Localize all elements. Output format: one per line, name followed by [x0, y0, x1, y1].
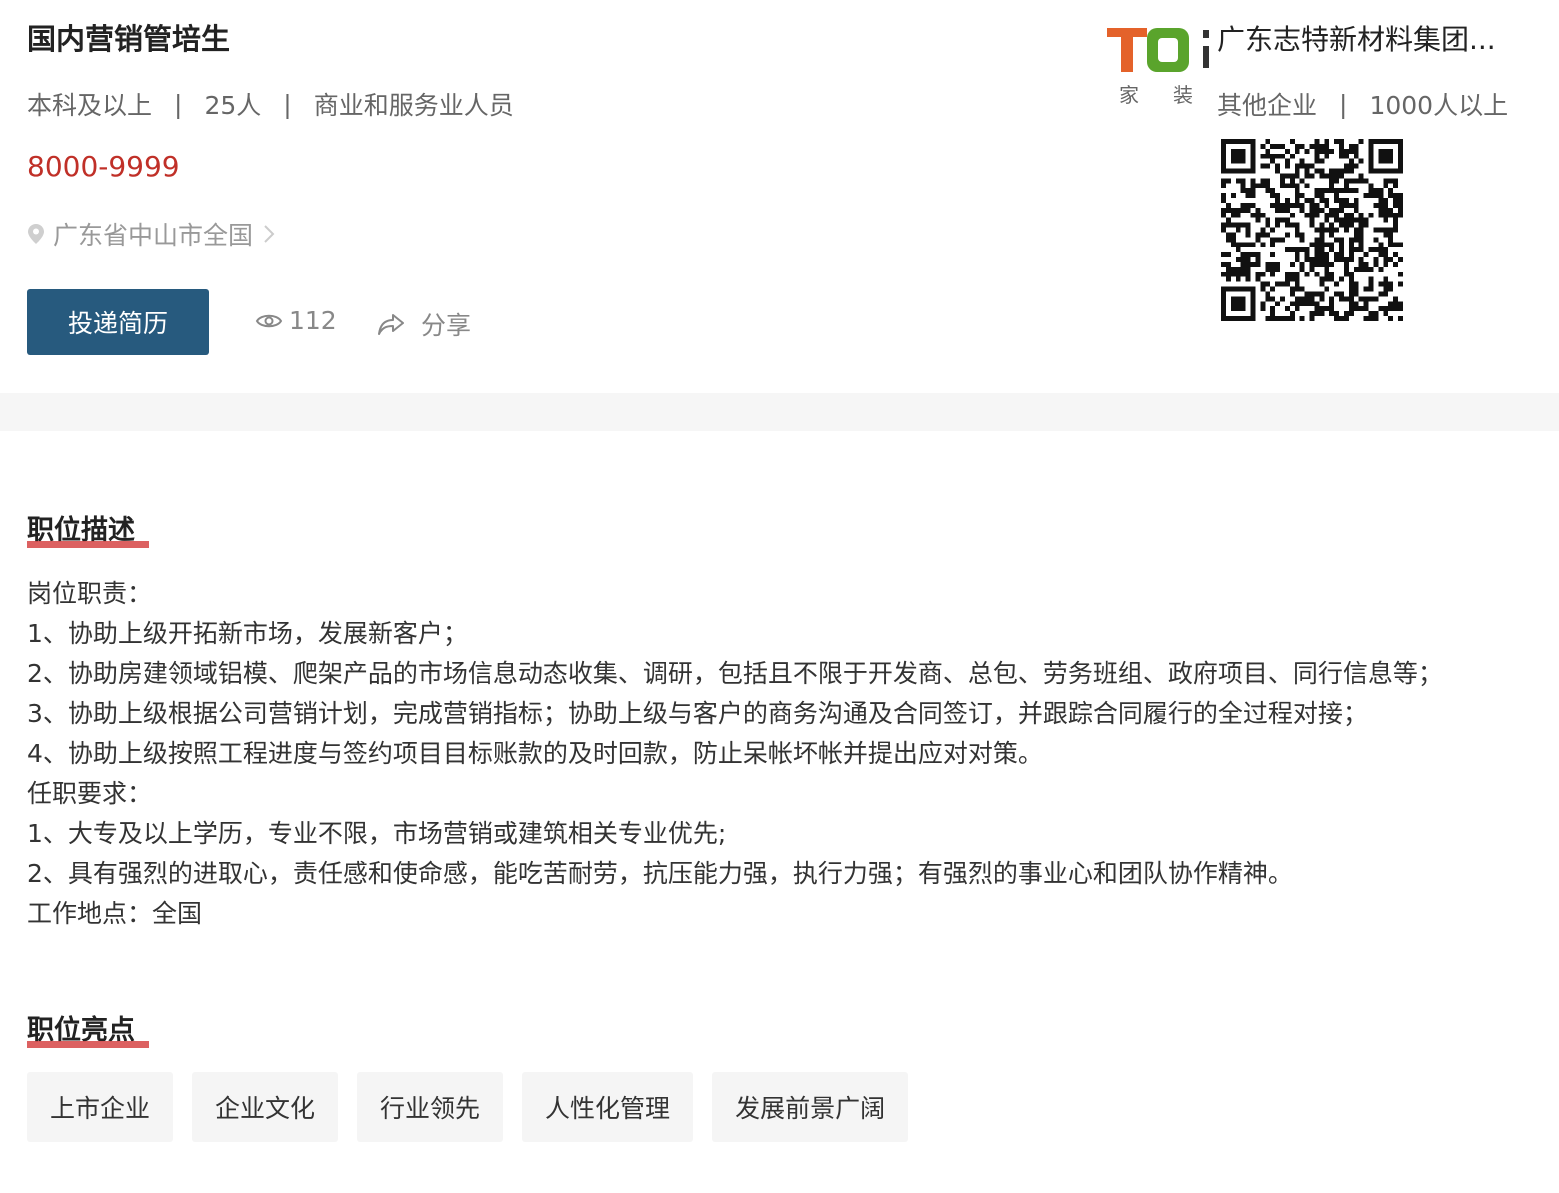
- headcount: 25人: [204, 91, 262, 120]
- description-line: 1、大专及以上学历，专业不限，市场营销或建筑相关专业优先;: [27, 819, 727, 848]
- highlight-tag: 人性化管理: [522, 1072, 694, 1142]
- share-label: 分享: [421, 311, 472, 340]
- company-type: 其他企业: [1217, 91, 1318, 120]
- meta-separator: |: [174, 89, 183, 119]
- section-divider: [0, 393, 1559, 431]
- description-heading-block: 职位描述: [27, 508, 149, 548]
- company-meta: 其他企业 | 1000人以上: [1217, 86, 1508, 122]
- share-button[interactable]: 分享: [377, 306, 471, 342]
- education-requirement: 本科及以上: [27, 91, 153, 120]
- description-line: 工作地点：全国: [27, 899, 203, 928]
- apply-button[interactable]: 投递简历: [27, 289, 209, 355]
- map-pin-icon: [28, 224, 44, 244]
- view-count-value: 112: [289, 306, 337, 335]
- eye-icon: [255, 314, 283, 327]
- qr-code: [1221, 139, 1403, 321]
- job-description: 岗位职责： 1、协助上级开拓新市场，发展新客户； 2、协助房建领域铝模、爬架产品的市…: [27, 574, 1547, 934]
- description-line: 1、协助上级开拓新市场，发展新客户；: [27, 619, 468, 648]
- job-meta: 本科及以上 | 25人 | 商业和服务业人员: [27, 86, 514, 122]
- description-line: 3、协助上级根据公司营销计划，完成营销指标；协助上级与客户的商务沟通及合同签订，…: [27, 699, 1368, 728]
- description-line: 4、协助上级按照工程进度与签约项目目标账款的及时回款，防止呆帐坏帐并提出应对对策…: [27, 739, 1043, 768]
- description-line: 任职要求：: [27, 779, 153, 808]
- company-size: 1000人以上: [1369, 91, 1509, 120]
- company-name[interactable]: 广东志特新材料集团...: [1217, 18, 1532, 58]
- highlight-tag: 发展前景广阔: [712, 1072, 909, 1142]
- heading-underline: [27, 541, 149, 548]
- location-text: 广东省中山市全国: [53, 221, 254, 250]
- heading-underline: [27, 1041, 149, 1048]
- share-arrow-icon: [378, 314, 404, 335]
- highlight-tags: 上市企业 企业文化 行业领先 人性化管理 发展前景广阔: [27, 1072, 927, 1142]
- job-title: 国内营销管培生: [27, 22, 231, 56]
- salary-range: 8000-9999: [27, 150, 180, 183]
- meta-separator: |: [283, 89, 292, 119]
- job-category: 商业和服务业人员: [313, 91, 514, 120]
- view-count: 112: [255, 306, 337, 335]
- description-line: 2、协助房建领域铝模、爬架产品的市场信息动态收集、调研，包括且不限于开发商、总包…: [27, 659, 1443, 688]
- chevron-right-icon: [264, 225, 275, 243]
- highlight-tag: 行业领先: [357, 1072, 504, 1142]
- logo-caption-left: 家: [1119, 83, 1139, 107]
- meta-separator: |: [1339, 89, 1348, 119]
- company-logo[interactable]: 家 装: [1105, 22, 1215, 112]
- highlights-heading-block: 职位亮点: [27, 1008, 149, 1048]
- description-line: 岗位职责：: [27, 579, 153, 608]
- job-location[interactable]: 广东省中山市全国: [27, 216, 275, 252]
- highlight-tag: 上市企业: [27, 1072, 174, 1142]
- description-line: 2、具有强烈的进取心，责任感和使命感，能吃苦耐劳，抗压能力强，执行力强；有强烈的…: [27, 859, 1293, 888]
- company-logo-image: 家 装: [1107, 28, 1209, 107]
- logo-caption-right: 装: [1173, 83, 1193, 107]
- highlight-tag: 企业文化: [192, 1072, 339, 1142]
